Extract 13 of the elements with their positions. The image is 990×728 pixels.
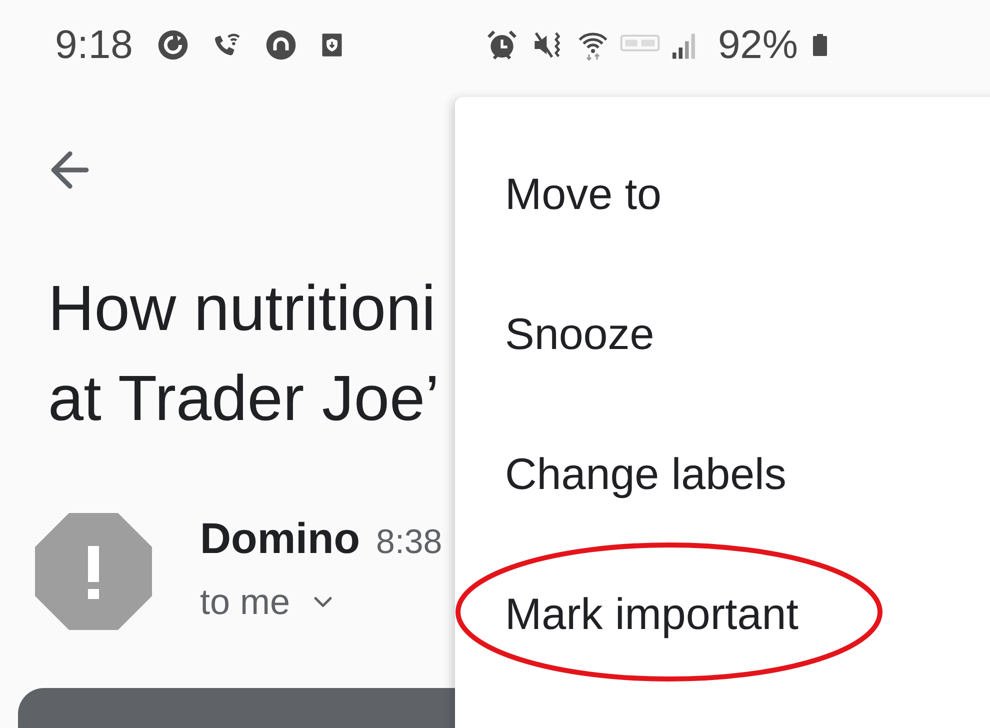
menu-item[interactable]: Change labels — [455, 405, 990, 545]
menu-item[interactable]: Mark important — [455, 545, 990, 685]
email-subject: at Trader Joe’ — [48, 361, 440, 436]
battery-percentage: 92% — [718, 25, 798, 65]
recipient-details-button[interactable]: to me — [200, 577, 338, 627]
clock-time: 9:18 — [55, 25, 133, 65]
sender-name: Domino — [200, 514, 360, 565]
octagon-warning-icon — [35, 513, 152, 630]
arch-circle-icon — [264, 29, 297, 61]
menu-item[interactable]: Snooze — [455, 265, 990, 405]
email-subject: How nutritioni — [48, 271, 436, 346]
email-time: 8:38 — [376, 522, 442, 563]
menu-item[interactable]: Move to — [455, 125, 990, 265]
